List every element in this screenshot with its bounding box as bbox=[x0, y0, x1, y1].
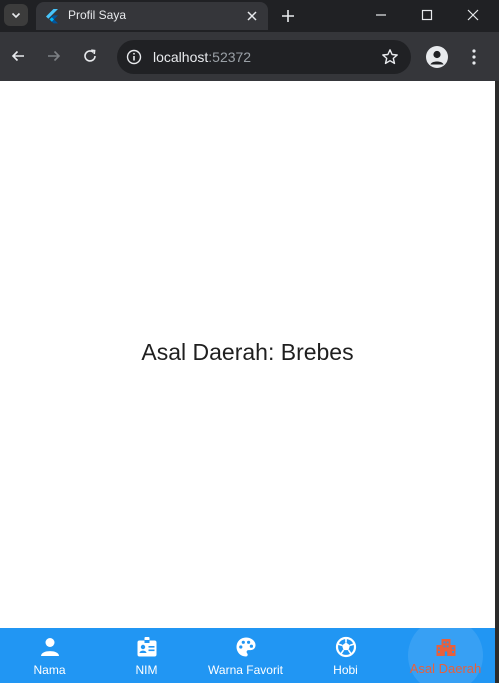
nav-item-warna-favorit[interactable]: Warna Favorit bbox=[196, 628, 295, 683]
reload-icon bbox=[84, 49, 96, 62]
url-port: :52372 bbox=[208, 49, 252, 65]
chevron-down-icon bbox=[11, 12, 21, 19]
arrow-right-icon bbox=[48, 50, 61, 62]
tab-strip: Profil Saya bbox=[0, 0, 499, 32]
browser-window: Profil Saya localhost:52372 Asal Daerah:… bbox=[0, 0, 499, 683]
arrow-left-icon bbox=[11, 50, 24, 62]
tab-search-button[interactable] bbox=[4, 4, 28, 26]
tab-title: Profil Saya bbox=[68, 8, 127, 22]
minimize-button[interactable] bbox=[358, 2, 404, 28]
window-edge bbox=[495, 81, 499, 683]
badge-icon bbox=[137, 637, 156, 657]
back-button[interactable] bbox=[6, 44, 30, 68]
maximize-button[interactable] bbox=[404, 2, 450, 28]
palette-icon bbox=[236, 637, 255, 657]
close-window-button[interactable] bbox=[450, 2, 496, 28]
nav-label: NIM bbox=[135, 663, 158, 677]
address-bar[interactable]: localhost:52372 bbox=[117, 40, 411, 74]
url-text: localhost:52372 bbox=[153, 49, 251, 65]
nav-label: Warna Favorit bbox=[208, 663, 283, 677]
reload-button[interactable] bbox=[78, 44, 102, 68]
browser-toolbar: localhost:52372 bbox=[0, 32, 499, 81]
plus-icon bbox=[282, 10, 294, 22]
browser-menu-button[interactable] bbox=[464, 45, 484, 69]
minimize-icon bbox=[376, 14, 386, 16]
nav-label: Asal Daerah bbox=[409, 661, 482, 676]
nav-item-hobi[interactable]: Hobi bbox=[296, 628, 395, 683]
soccer-ball-icon bbox=[335, 636, 356, 658]
maximize-icon bbox=[421, 9, 433, 21]
nav-item-nama[interactable]: Nama bbox=[0, 628, 99, 683]
flutter-logo-icon bbox=[46, 9, 58, 24]
nav-label: Nama bbox=[33, 663, 66, 677]
bottom-navigation-bar: Nama NIM Warna Favorit Hobi Asal Daerah bbox=[0, 618, 495, 683]
nav-item-asal-daerah[interactable]: Asal Daerah bbox=[396, 618, 495, 683]
site-info-button[interactable] bbox=[125, 48, 143, 66]
region-text: Asal Daerah: Brebes bbox=[141, 339, 354, 365]
info-icon bbox=[126, 49, 142, 65]
new-tab-button[interactable] bbox=[278, 6, 298, 26]
person-icon bbox=[430, 50, 444, 65]
person-icon bbox=[40, 638, 59, 656]
url-host: localhost bbox=[153, 49, 209, 65]
tab-close-button[interactable] bbox=[244, 8, 260, 24]
kebab-menu-icon bbox=[472, 49, 476, 65]
browser-tab[interactable]: Profil Saya bbox=[36, 2, 268, 30]
forward-button[interactable] bbox=[42, 44, 66, 68]
nav-item-nim[interactable]: NIM bbox=[97, 628, 196, 683]
nav-label: Hobi bbox=[333, 663, 358, 677]
building-icon bbox=[436, 639, 455, 656]
bookmark-button[interactable] bbox=[381, 48, 399, 66]
page-content: Asal Daerah: Brebes bbox=[0, 81, 495, 628]
close-icon bbox=[247, 11, 257, 21]
profile-button[interactable] bbox=[426, 46, 448, 68]
close-icon bbox=[467, 9, 479, 21]
star-icon bbox=[382, 49, 398, 65]
